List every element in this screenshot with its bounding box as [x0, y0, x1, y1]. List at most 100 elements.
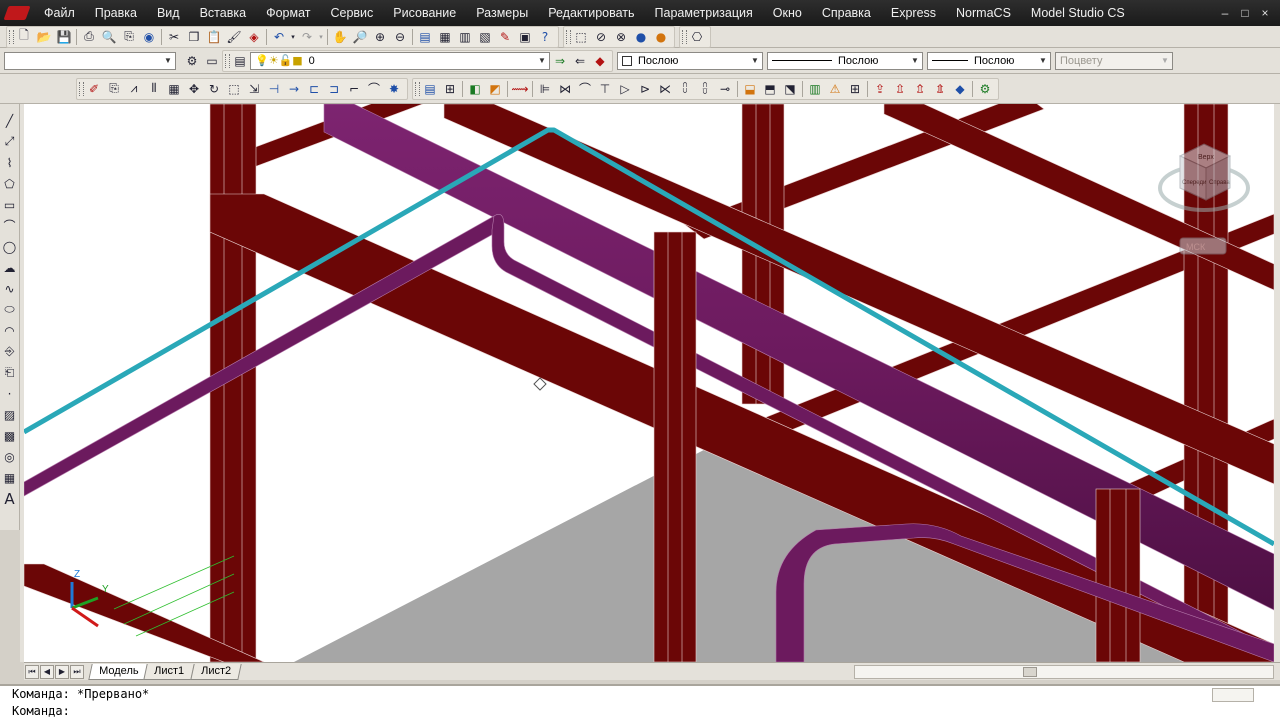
print-icon[interactable]: ⎙ — [79, 27, 99, 47]
chamfer-icon[interactable]: ⌐ — [344, 79, 364, 99]
redo-dropdown-icon[interactable]: ▾ — [317, 27, 325, 47]
paste-icon[interactable]: 📋 — [204, 27, 224, 47]
join-icon[interactable]: ⊐ — [324, 79, 344, 99]
2d-wireframe-icon[interactable]: ⬚ — [571, 27, 591, 47]
stretch-icon[interactable]: ⇲ — [244, 79, 264, 99]
properties-icon[interactable]: ▤ — [415, 27, 435, 47]
tab-layout1[interactable]: Лист1 — [143, 663, 196, 680]
lineweight-select[interactable]: Послою ▼ — [927, 51, 1051, 70]
ms-pdf-icon[interactable]: ⇭ — [930, 79, 950, 99]
ms-compensator-icon[interactable]: ⩉ — [695, 79, 715, 99]
polyline-icon[interactable]: ⌇ — [1, 152, 19, 173]
conceptual-icon[interactable]: ● — [651, 27, 671, 47]
redo-icon[interactable]: ↷ — [297, 27, 317, 47]
plotstyle-select[interactable]: Поцвету ▼ — [1055, 51, 1173, 70]
workspace-settings-icon[interactable]: ⚙ — [182, 51, 202, 71]
command-prompt[interactable]: Команда: — [0, 703, 1280, 720]
layer-select[interactable]: 💡☀🔓■ 0 ▼ — [250, 51, 550, 70]
zoom-previous-icon[interactable]: ⊖ — [390, 27, 410, 47]
named-views-icon[interactable]: ⎔ — [687, 27, 707, 47]
rotate-icon[interactable]: ↻ — [204, 79, 224, 99]
menu-tools[interactable]: Сервис — [320, 0, 383, 26]
open-icon[interactable]: 📂 — [34, 27, 54, 47]
layer-previous-icon[interactable]: ⇐ — [570, 51, 590, 71]
copy-icon[interactable]: ❐ — [184, 27, 204, 47]
ellipse-arc-icon[interactable]: ◠ — [1, 320, 19, 341]
menu-view[interactable]: Вид — [147, 0, 190, 26]
layer-manager-icon[interactable]: ▤ — [230, 51, 250, 71]
ms-insert-icon[interactable]: ⊸ — [715, 79, 735, 99]
menu-modify[interactable]: Редактировать — [538, 0, 644, 26]
quickcalc-icon[interactable]: ▣ — [515, 27, 535, 47]
menu-format[interactable]: Формат — [256, 0, 320, 26]
new-icon[interactable]: 🗋 — [14, 27, 34, 47]
ms-grid-icon[interactable]: ⊞ — [845, 79, 865, 99]
match-properties-icon[interactable]: 🖌 — [224, 27, 244, 47]
menu-model-studio[interactable]: Model Studio CS — [1021, 0, 1135, 26]
undo-dropdown-icon[interactable]: ▾ — [289, 27, 297, 47]
undo-icon[interactable]: ↶ — [269, 27, 289, 47]
app-logo-icon[interactable] — [0, 0, 34, 26]
viewcube-right-label[interactable]: Справа — [1209, 180, 1230, 186]
circle-icon[interactable]: ◯ — [1, 236, 19, 257]
fillet-icon[interactable]: ⌒ — [364, 79, 384, 99]
multiline-text-icon[interactable]: A — [1, 488, 19, 509]
ms-section-icon[interactable]: ⬒ — [760, 79, 780, 99]
ms-drawing-icon[interactable]: ⬓ — [740, 79, 760, 99]
hatch-icon[interactable]: ▨ — [1, 404, 19, 425]
polygon-icon[interactable]: ⬠ — [1, 173, 19, 194]
workspace-list-icon[interactable]: ▭ — [202, 51, 222, 71]
ms-bend-icon[interactable]: ⩇ — [675, 79, 695, 99]
menu-edit[interactable]: Правка — [85, 0, 147, 26]
zoom-realtime-icon[interactable]: 🔎 — [350, 27, 370, 47]
ms-3d-icon[interactable]: ◆ — [950, 79, 970, 99]
ms-elbow-icon[interactable]: ⌒ — [575, 79, 595, 99]
design-center-icon[interactable]: ▦ — [435, 27, 455, 47]
minimize-icon[interactable]: – — [1218, 6, 1232, 20]
ms-valve-icon[interactable]: ⋈ — [555, 79, 575, 99]
3d-hidden-icon[interactable]: ⊘ — [591, 27, 611, 47]
offset-icon[interactable]: ⫴ — [144, 79, 164, 99]
insert-block-icon[interactable]: ⎆ — [1, 341, 19, 362]
construction-line-icon[interactable]: ⤢ — [1, 131, 19, 152]
ms-catalog-icon[interactable]: ▤ — [420, 79, 440, 99]
array-icon[interactable]: ▦ — [164, 79, 184, 99]
block-editor-icon[interactable]: ◈ — [244, 27, 264, 47]
tool-palettes-icon[interactable]: ▥ — [455, 27, 475, 47]
ms-pipe-icon[interactable]: ⟿ — [510, 79, 530, 99]
arc-icon[interactable]: ⌒ — [1, 215, 19, 236]
ms-spec-icon[interactable]: ⇫ — [890, 79, 910, 99]
pan-icon[interactable]: ✋ — [330, 27, 350, 47]
viewcube-front-label[interactable]: Спереди — [1182, 180, 1206, 186]
ms-equipment-icon[interactable]: ◧ — [465, 79, 485, 99]
tab-layout2[interactable]: Лист2 — [189, 663, 242, 680]
ms-library-icon[interactable]: ▥ — [805, 79, 825, 99]
mirror-icon[interactable]: ⩘ — [124, 79, 144, 99]
command-scrollbar[interactable] — [1212, 688, 1254, 702]
restore-icon[interactable]: □ — [1238, 6, 1252, 20]
revcloud-icon[interactable]: ☁ — [1, 257, 19, 278]
explode-icon[interactable]: ✸ — [384, 79, 404, 99]
break-icon[interactable]: ⊏ — [304, 79, 324, 99]
menu-draw[interactable]: Рисование — [383, 0, 466, 26]
menu-dimension[interactable]: Размеры — [466, 0, 538, 26]
preview-icon[interactable]: 🔍 — [99, 27, 119, 47]
close-icon[interactable]: × — [1258, 6, 1272, 20]
spline-icon[interactable]: ∿ — [1, 278, 19, 299]
scrollbar-thumb[interactable] — [1023, 666, 1037, 677]
command-line[interactable]: Команда: *Прервано* Команда: — [0, 684, 1280, 720]
ms-dwf-icon[interactable]: ⇬ — [910, 79, 930, 99]
line-icon[interactable]: ╱ — [1, 110, 19, 131]
save-icon[interactable]: 💾 — [54, 27, 74, 47]
move-icon[interactable]: ✥ — [184, 79, 204, 99]
ms-export-icon[interactable]: ⇪ — [870, 79, 890, 99]
gradient-icon[interactable]: ▩ — [1, 425, 19, 446]
menu-normacs[interactable]: NormaCS — [946, 0, 1021, 26]
copy-object-icon[interactable]: ⎘ — [104, 79, 124, 99]
realistic-icon[interactable]: ● — [631, 27, 651, 47]
last-tab-icon[interactable]: ⏭ — [70, 664, 84, 679]
menu-window[interactable]: Окно — [763, 0, 812, 26]
trim-icon[interactable]: ⊣ — [264, 79, 284, 99]
region-icon[interactable]: ◎ — [1, 446, 19, 467]
table-icon[interactable]: ▦ — [1, 467, 19, 488]
